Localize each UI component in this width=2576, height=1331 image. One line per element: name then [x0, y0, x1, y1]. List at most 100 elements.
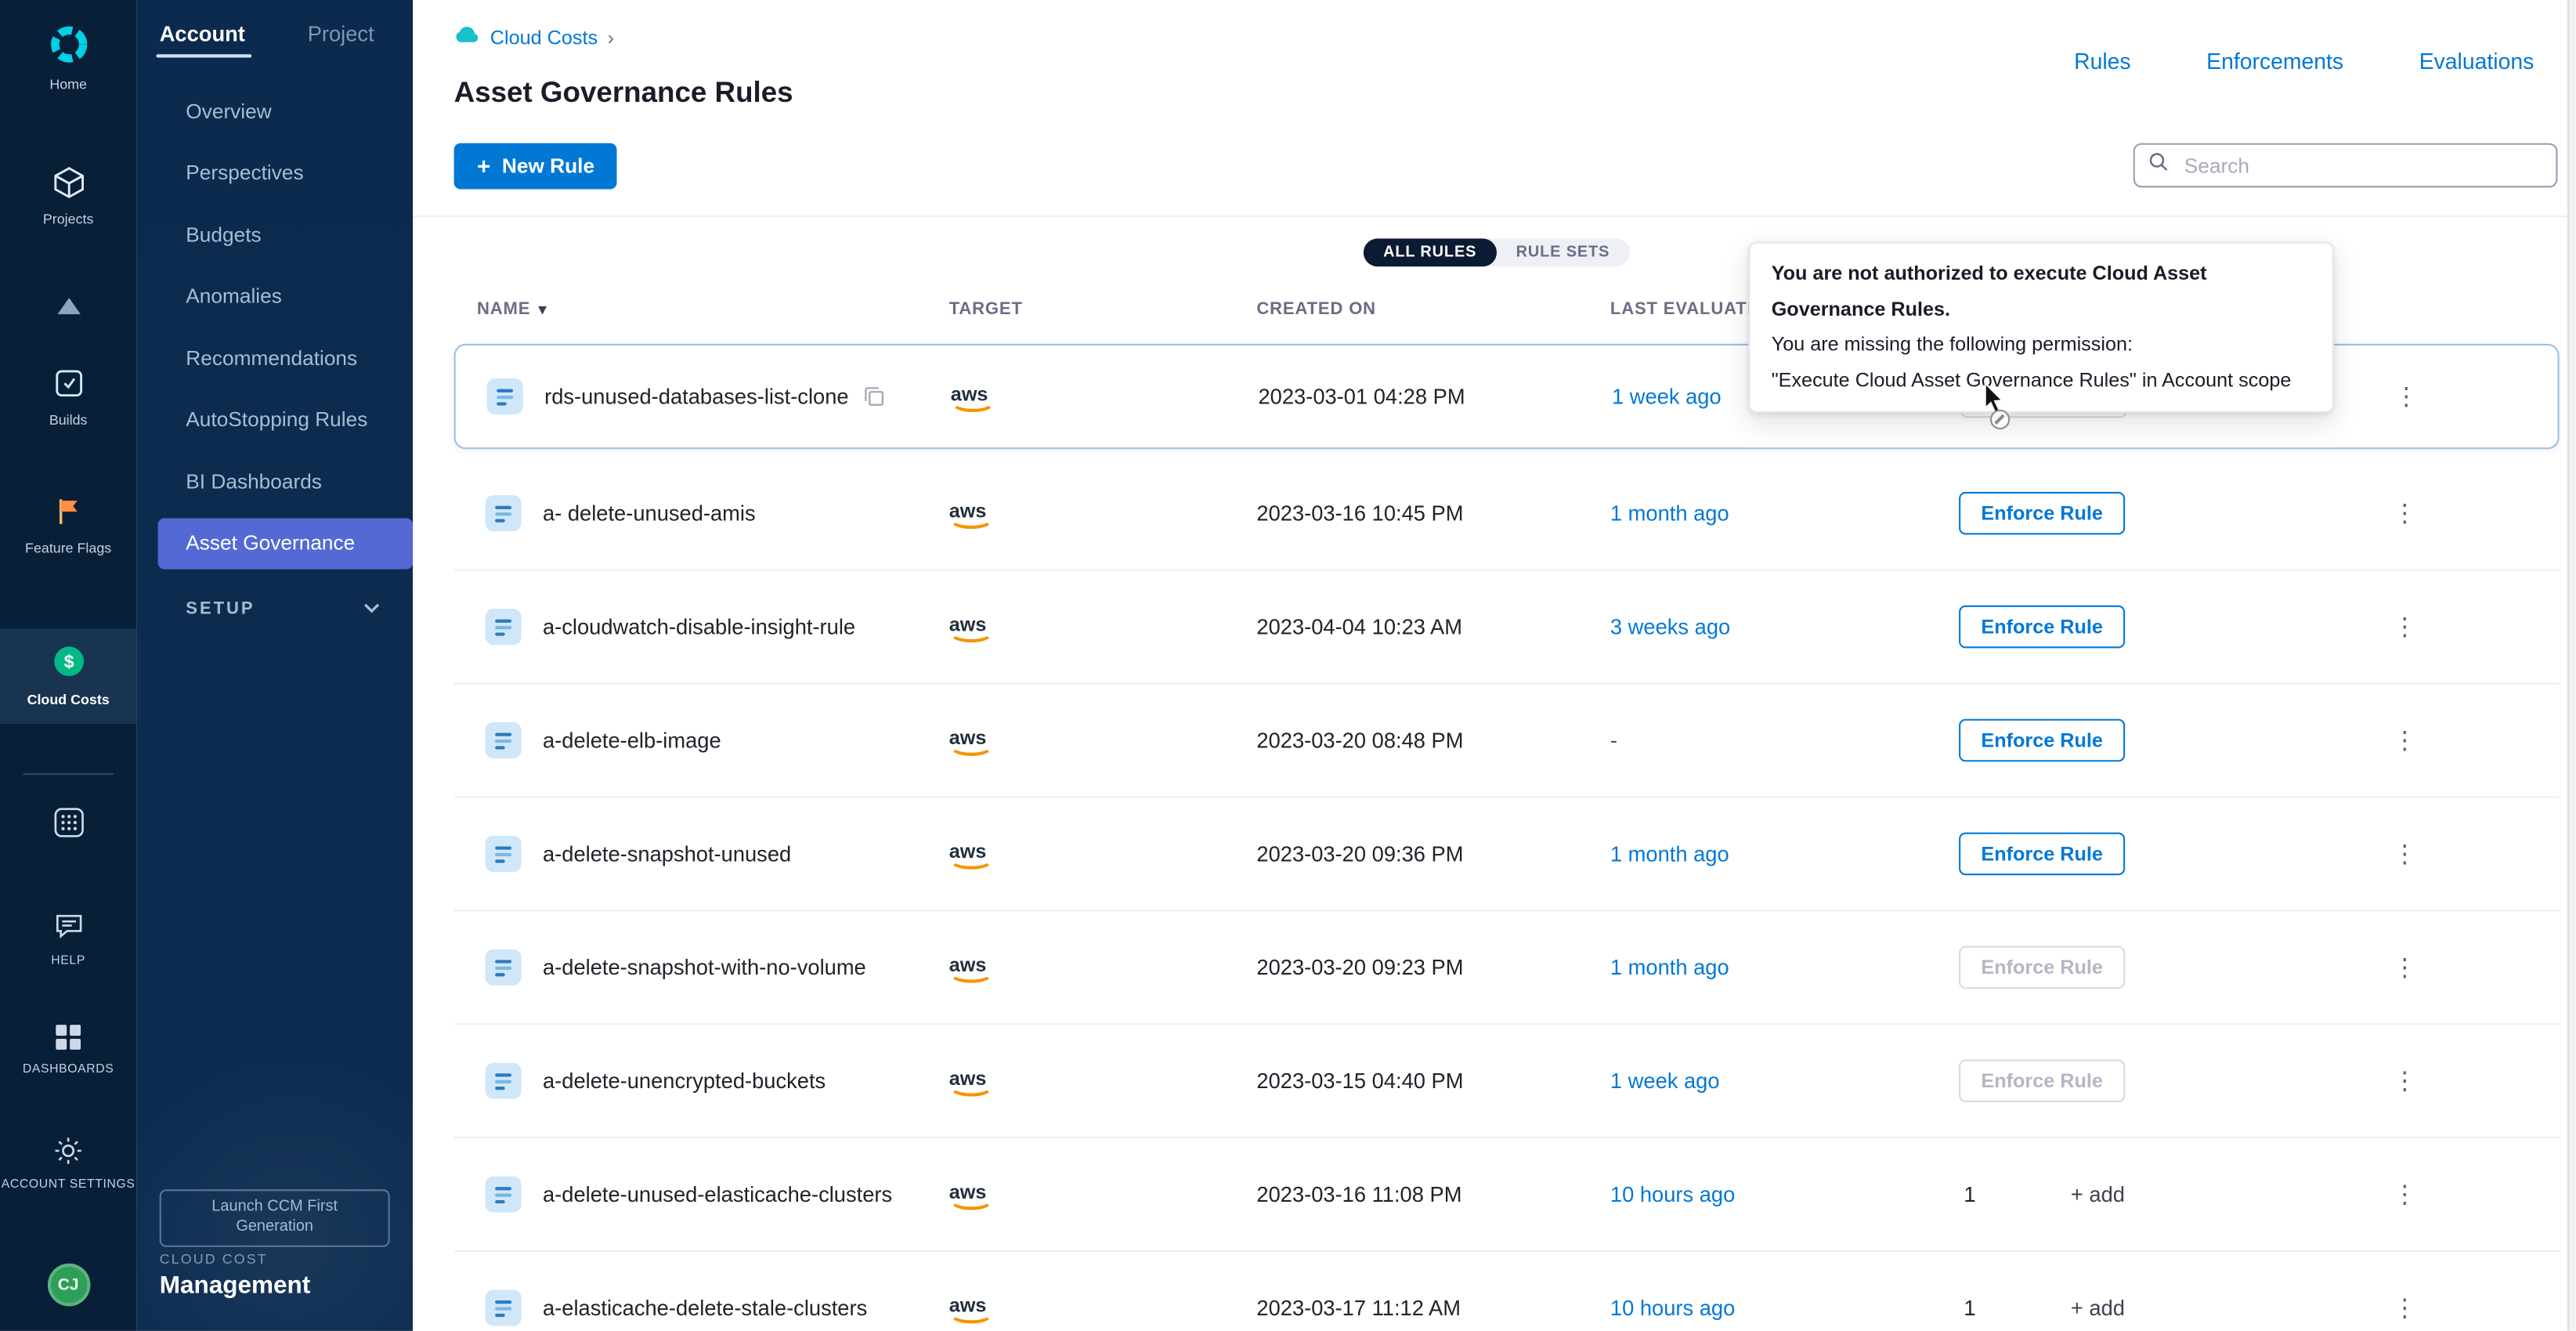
rule-icon — [486, 836, 522, 872]
new-rule-button[interactable]: + New Rule — [454, 143, 618, 190]
nav-enforcements[interactable]: Enforcements — [2206, 49, 2343, 74]
kebab-menu-icon[interactable]: ⋮ — [2388, 498, 2421, 528]
breadcrumb-cloud-costs-link[interactable]: Cloud Costs — [490, 26, 598, 49]
launch-ccm-first-gen-button[interactable]: Launch CCM First Generation — [160, 1189, 390, 1246]
rules-top-nav: Rules Enforcements Evaluations — [2074, 49, 2534, 74]
kebab-menu-icon[interactable]: ⋮ — [2388, 1066, 2421, 1096]
sidebar-item-overview[interactable]: Overview — [136, 81, 413, 143]
table-row[interactable]: a-delete-snapshot-unused aws 2023-03-20 … — [454, 798, 2560, 911]
sidebar-menu: Overview Perspectives Budgets Anomalies … — [136, 81, 413, 569]
table-row[interactable]: a- delete-unused-amis aws 2023-03-16 10:… — [454, 458, 2560, 571]
rail-item-dashboards[interactable]: DASHBOARDS — [0, 1023, 136, 1076]
column-header-name[interactable]: NAME ▾ — [477, 299, 547, 319]
breadcrumb: Cloud Costs › — [454, 24, 614, 49]
app-window: Home Projects Builds Feature Flags — [0, 0, 2576, 1331]
last-evaluated-value: 10 hours ago — [1610, 1182, 1735, 1207]
sidebar-item-autostopping-rules[interactable]: AutoStopping Rules — [136, 389, 413, 451]
created-on-value: 2023-03-17 11:12 AM — [1256, 1296, 1461, 1321]
rule-icon — [486, 1176, 522, 1212]
rail-item-home[interactable]: Home — [0, 23, 136, 92]
tab-all-rules[interactable]: ALL RULES — [1364, 239, 1497, 267]
enforce-rule-button[interactable]: Enforce Rule — [1959, 833, 2125, 876]
rail-item-account-settings[interactable]: ACCOUNT SETTINGS — [0, 1135, 136, 1191]
rail-divider — [23, 773, 114, 775]
rule-icon — [486, 495, 522, 531]
flag-icon — [52, 494, 85, 533]
enforce-rule-button[interactable]: Enforce Rule — [1959, 492, 2125, 535]
rule-icon — [487, 378, 523, 414]
sidebar-item-recommendations[interactable]: Recommendations — [136, 327, 413, 389]
search-input[interactable] — [2181, 152, 2543, 179]
tab-account[interactable]: Account — [160, 21, 245, 57]
rule-icon — [486, 722, 522, 758]
kebab-menu-icon[interactable]: ⋮ — [2388, 1180, 2421, 1210]
table-row[interactable]: a-delete-unencrypted-buckets aws 2023-03… — [454, 1025, 2560, 1138]
created-on-value: 2023-03-20 09:23 PM — [1256, 955, 1463, 980]
created-on-value: 2023-03-20 08:48 PM — [1256, 728, 1463, 753]
kebab-menu-icon[interactable]: ⋮ — [2388, 612, 2421, 642]
rule-name: a-delete-elb-image — [543, 728, 721, 753]
enforcement-count: 1 — [1964, 1296, 1975, 1321]
footer-eyebrow: CLOUD COST — [160, 1250, 311, 1267]
enforce-rule-button[interactable]: Enforce Rule — [1959, 1059, 2125, 1102]
apps-grid-icon — [50, 805, 86, 844]
enforce-rule-button[interactable]: Enforce Rule — [1959, 606, 2125, 649]
table-row[interactable]: a-delete-snapshot-with-no-volume aws 202… — [454, 911, 2560, 1025]
nav-evaluations[interactable]: Evaluations — [2419, 49, 2534, 74]
rail-item-help[interactable]: HELP — [0, 910, 136, 968]
rail-item-collapsed[interactable] — [0, 296, 136, 319]
kebab-menu-icon[interactable]: ⋮ — [2388, 839, 2421, 869]
sidebar-item-setup[interactable]: SETUP — [136, 598, 413, 617]
rail-item-cloud-costs[interactable]: $ Cloud Costs — [0, 628, 136, 724]
table-row[interactable]: a-delete-elb-image aws 2023-03-20 08:48 … — [454, 685, 2560, 798]
sidebar-item-budgets[interactable]: Budgets — [136, 204, 413, 266]
enforce-rule-button[interactable]: Enforce Rule — [1959, 719, 2125, 762]
rule-name: a-delete-snapshot-with-no-volume — [543, 955, 866, 980]
add-enforcement-link[interactable]: + add — [2071, 1296, 2125, 1321]
tab-rule-sets[interactable]: RULE SETS — [1496, 239, 1629, 267]
nav-rules[interactable]: Rules — [2074, 49, 2130, 74]
last-evaluated-value: 3 weeks ago — [1610, 614, 1730, 639]
rule-name: a-delete-unused-elasticache-clusters — [543, 1182, 892, 1207]
add-enforcement-link[interactable]: + add — [2071, 1182, 2125, 1207]
rail-item-module-picker[interactable] — [0, 805, 136, 844]
kebab-menu-icon[interactable]: ⋮ — [2388, 953, 2421, 982]
sidebar-item-perspectives[interactable]: Perspectives — [136, 143, 413, 204]
table-row[interactable]: a-cloudwatch-disable-insight-rule aws 20… — [454, 571, 2560, 685]
vertical-scrollbar[interactable] — [2567, 0, 2576, 1331]
sidebar-item-bi-dashboards[interactable]: BI Dashboards — [136, 450, 413, 512]
rule-name: a-cloudwatch-disable-insight-rule — [543, 614, 855, 639]
tab-project[interactable]: Project — [308, 21, 374, 57]
kebab-menu-icon[interactable]: ⋮ — [2388, 1293, 2421, 1323]
kebab-menu-icon[interactable]: ⋮ — [2390, 382, 2422, 411]
harness-logo-icon — [47, 23, 90, 69]
table-row[interactable]: a-delete-unused-elasticache-clusters aws… — [454, 1138, 2560, 1252]
enforcement-count: 1 — [1964, 1182, 1975, 1207]
rule-name: rds-unused-databases-list-clone — [544, 384, 885, 409]
search-icon — [2148, 150, 2170, 180]
aws-logo-icon: aws — [949, 838, 987, 870]
aws-logo-icon: aws — [951, 381, 988, 412]
search-box[interactable] — [2133, 143, 2558, 188]
permission-tooltip: You are not authorized to execute Cloud … — [1748, 242, 2334, 413]
busy-indicator-icon — [1990, 410, 2010, 429]
last-evaluated-value: 10 hours ago — [1610, 1296, 1735, 1321]
table-row[interactable]: a-elasticache-delete-stale-clusters aws … — [454, 1252, 2560, 1331]
rule-icon — [486, 609, 522, 645]
user-avatar[interactable]: CJ — [47, 1264, 90, 1307]
kebab-menu-icon[interactable]: ⋮ — [2388, 725, 2421, 755]
rail-item-projects[interactable]: Projects — [0, 165, 136, 227]
last-evaluated-value: 1 week ago — [1612, 384, 1722, 409]
sidebar-item-asset-governance[interactable]: Asset Governance — [158, 517, 413, 568]
rail-item-feature-flags[interactable]: Feature Flags — [0, 494, 136, 556]
copy-icon[interactable] — [863, 385, 884, 407]
sidebar-item-anomalies[interactable]: Anomalies — [136, 266, 413, 327]
enforce-rule-button[interactable]: Enforce Rule — [1959, 946, 2125, 989]
rules-table: rds-unused-databases-list-clone aws 2023… — [454, 344, 2560, 1331]
tooltip-line-3: "Execute Cloud Asset Governance Rules" i… — [1772, 363, 2311, 398]
page-title: Asset Governance Rules — [454, 75, 793, 110]
rail-item-builds[interactable]: Builds — [0, 365, 136, 428]
pyramid-icon — [55, 296, 81, 319]
created-on-value: 2023-03-16 11:08 PM — [1256, 1182, 1461, 1207]
tooltip-line-2: You are missing the following permission… — [1772, 327, 2311, 363]
